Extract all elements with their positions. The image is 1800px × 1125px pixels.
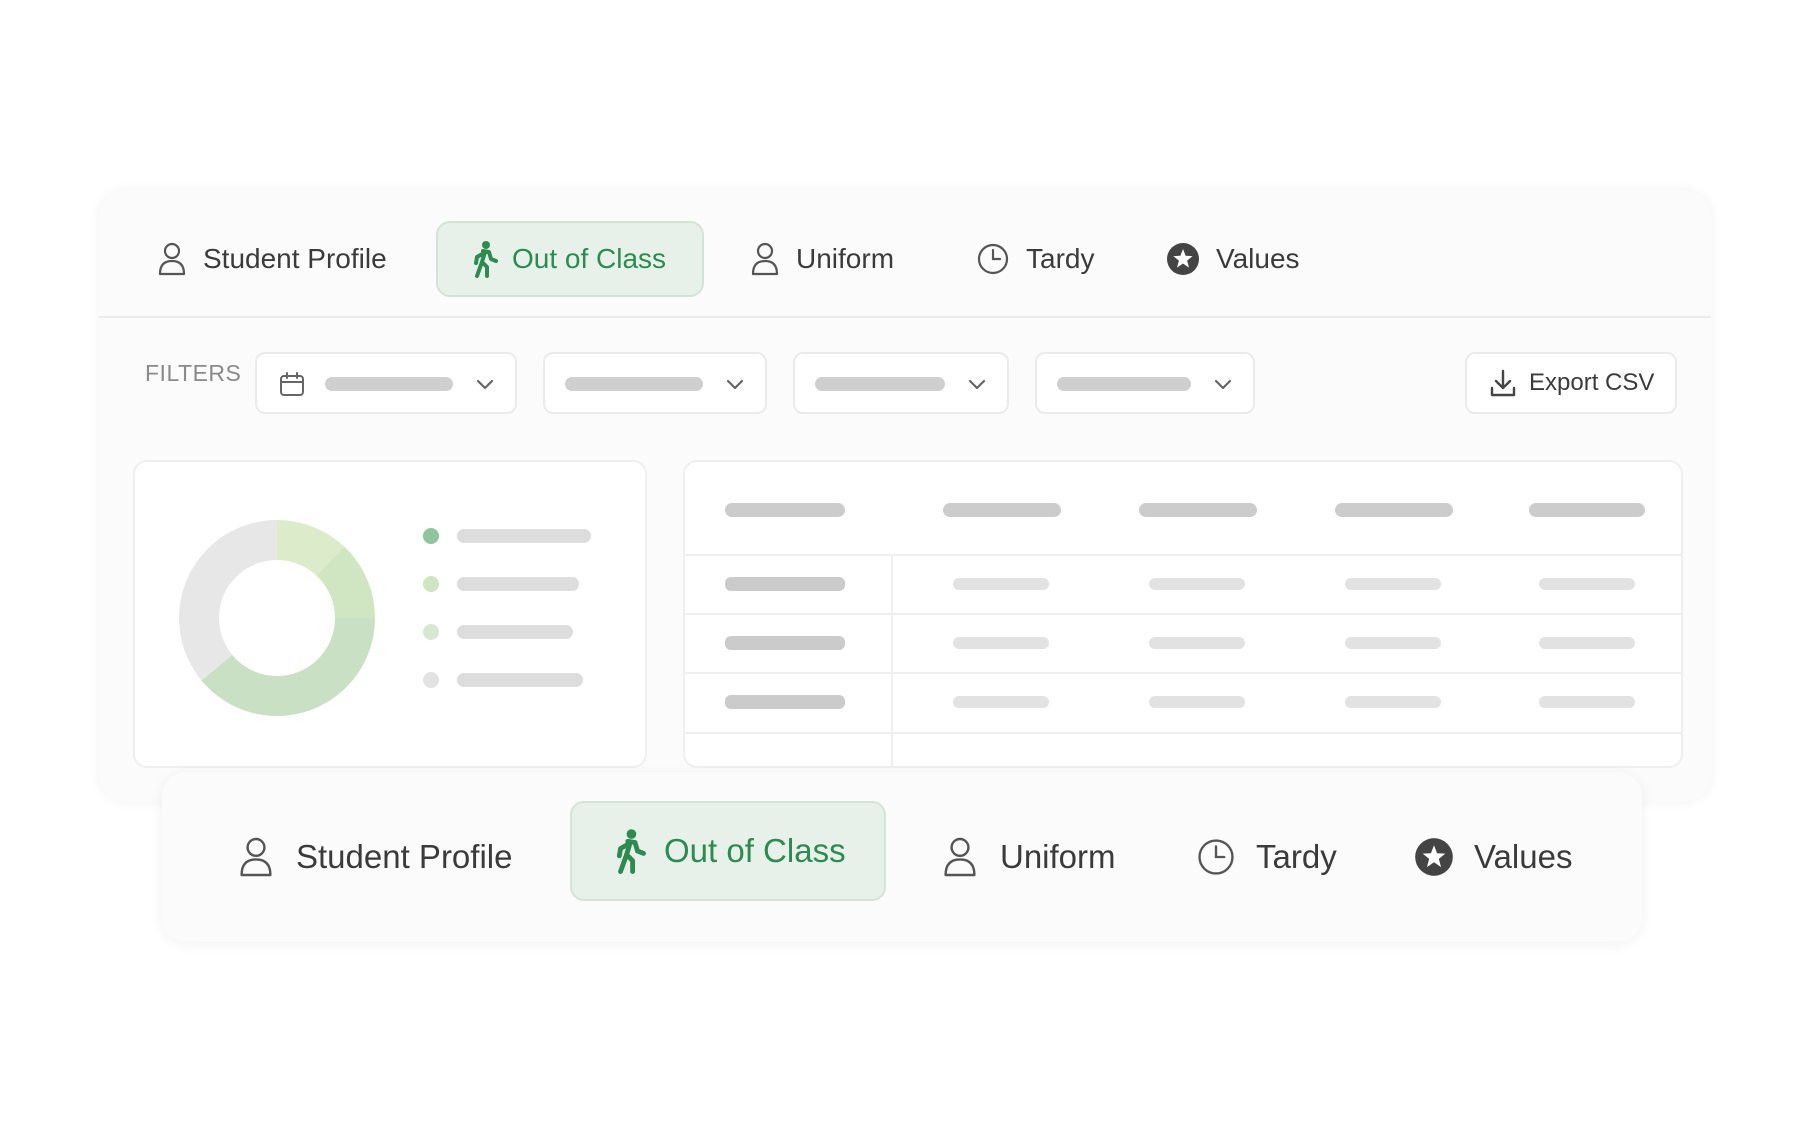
- bottom-tab-values[interactable]: Values: [1414, 807, 1594, 907]
- bottom-tab-out-of-class-label: Out of Class: [664, 832, 846, 869]
- row-divider: [685, 672, 1681, 674]
- row-divider: [685, 613, 1681, 615]
- bottom-tab-out-of-class[interactable]: Out of Class: [570, 801, 886, 901]
- table-cell: [1539, 637, 1635, 649]
- tab-student-profile[interactable]: Student Profile: [157, 221, 397, 297]
- bottom-tab-tardy[interactable]: Tardy: [1196, 807, 1356, 907]
- legend-dot: [423, 576, 439, 592]
- tab-uniform[interactable]: Uniform: [750, 221, 920, 297]
- row-divider: [685, 732, 1681, 734]
- table-cell: [953, 696, 1049, 708]
- table-cell: [725, 636, 845, 650]
- bottom-tab-student-profile-label: Student Profile: [296, 838, 513, 875]
- donut-chart-panel: [133, 460, 647, 768]
- tab-out-of-class[interactable]: Out of Class: [436, 221, 704, 297]
- table-cell: [1345, 696, 1441, 708]
- donut-segment: [201, 618, 375, 716]
- legend-label-bar: [457, 529, 591, 543]
- download-icon: [1490, 369, 1516, 397]
- donut-chart: [179, 520, 375, 716]
- star-badge-icon: [1167, 243, 1199, 275]
- chevron-down-icon: [1214, 379, 1232, 390]
- filters-label: FILTERS: [145, 360, 242, 386]
- person-icon: [944, 837, 976, 877]
- table-cell: [725, 695, 845, 709]
- column-header: [943, 503, 1061, 517]
- calendar-icon: [280, 372, 304, 396]
- date-filter-dropdown[interactable]: [255, 352, 517, 414]
- filter-dropdown-4[interactable]: [1035, 352, 1255, 414]
- walking-person-icon: [616, 829, 646, 874]
- chevron-down-icon: [726, 379, 744, 390]
- column-header: [1335, 503, 1453, 517]
- legend-dot: [423, 528, 439, 544]
- chevron-down-icon: [476, 379, 494, 390]
- donut-segment: [179, 520, 277, 681]
- legend-label-bar: [457, 625, 573, 639]
- bottom-tab-uniform-label: Uniform: [1000, 838, 1116, 875]
- chevron-down-icon: [968, 379, 986, 390]
- tab-uniform-label: Uniform: [796, 243, 895, 274]
- clock-icon: [977, 243, 1009, 275]
- person-icon: [240, 837, 272, 877]
- filters-row: FILTERS Export CSV: [99, 316, 1711, 430]
- data-table-panel: [683, 460, 1683, 768]
- tab-tardy[interactable]: Tardy: [976, 221, 1116, 297]
- bottom-tab-values-label: Values: [1474, 838, 1573, 875]
- table-cell: [1149, 696, 1245, 708]
- dashboard-card: Student Profile Out of Class Uniform Tar…: [99, 190, 1711, 802]
- table-cell: [725, 577, 845, 591]
- table-cell: [1149, 578, 1245, 590]
- table-cell: [953, 578, 1049, 590]
- tab-bar: Student Profile Out of Class Uniform Tar…: [99, 190, 1711, 318]
- person-icon: [158, 242, 186, 276]
- dropdown-placeholder-bar: [325, 377, 453, 391]
- table-cell: [1345, 578, 1441, 590]
- legend-label-bar: [457, 673, 583, 687]
- table-cell: [1149, 637, 1245, 649]
- clock-icon: [1198, 839, 1234, 875]
- bottom-tab-tardy-label: Tardy: [1256, 838, 1337, 875]
- tab-student-profile-label: Student Profile: [203, 243, 387, 274]
- legend-label-bar: [457, 577, 579, 591]
- row-divider: [685, 554, 1681, 556]
- table-cell: [953, 637, 1049, 649]
- column-divider: [891, 555, 893, 766]
- filter-dropdown-2[interactable]: [543, 352, 767, 414]
- tab-out-of-class-label: Out of Class: [512, 243, 667, 274]
- column-header: [1139, 503, 1257, 517]
- star-badge-icon: [1415, 838, 1453, 876]
- person-icon: [751, 242, 779, 276]
- legend-dot: [423, 624, 439, 640]
- tab-values-label: Values: [1216, 243, 1300, 274]
- bottom-tab-bar: Student Profile Out of Class Uniform Tar…: [162, 772, 1642, 942]
- dropdown-placeholder-bar: [815, 377, 945, 391]
- tab-values[interactable]: Values: [1166, 221, 1316, 297]
- filter-dropdown-3[interactable]: [793, 352, 1009, 414]
- bottom-tab-uniform[interactable]: Uniform: [942, 807, 1142, 907]
- tab-tardy-label: Tardy: [1026, 243, 1095, 274]
- legend-dot: [423, 672, 439, 688]
- table-cell: [1539, 578, 1635, 590]
- table-cell: [1539, 696, 1635, 708]
- bottom-tab-student-profile[interactable]: Student Profile: [238, 807, 538, 907]
- table-cell: [1345, 637, 1441, 649]
- export-csv-button[interactable]: Export CSV: [1465, 352, 1677, 414]
- dropdown-placeholder-bar: [1057, 377, 1191, 391]
- walking-person-icon: [474, 241, 498, 278]
- column-header: [725, 503, 845, 517]
- column-header: [1529, 503, 1645, 517]
- export-csv-label: Export CSV: [1529, 369, 1655, 396]
- dropdown-placeholder-bar: [565, 377, 703, 391]
